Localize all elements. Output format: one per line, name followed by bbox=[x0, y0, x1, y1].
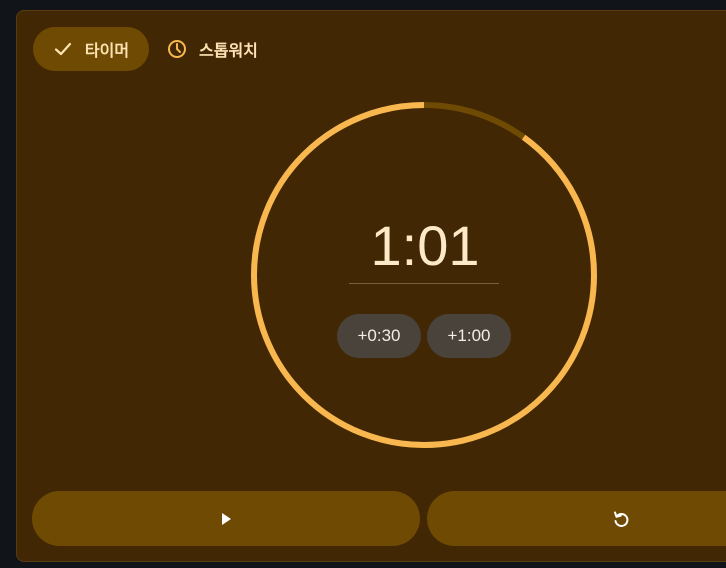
clock-icon bbox=[167, 39, 187, 59]
add-30-seconds-button[interactable]: +0:30 bbox=[337, 314, 421, 358]
timer-display-underline bbox=[349, 283, 499, 284]
tab-timer-label: 타이머 bbox=[84, 43, 130, 60]
tab-timer[interactable]: 타이머 bbox=[33, 27, 149, 71]
add-1-minute-button[interactable]: +1:00 bbox=[427, 314, 511, 358]
tab-stopwatch-label: 스톱워치 bbox=[199, 43, 258, 60]
play-button[interactable] bbox=[32, 491, 420, 546]
reset-icon bbox=[610, 508, 632, 530]
timer-display[interactable]: 1:01 bbox=[333, 211, 517, 281]
check-icon bbox=[53, 39, 73, 59]
play-icon bbox=[215, 508, 237, 530]
reset-button[interactable] bbox=[427, 491, 726, 546]
tab-stopwatch[interactable]: 스톱워치 bbox=[167, 27, 258, 71]
timer-card: 타이머 스톱워치 1:01 +0:30 +1:00 bbox=[16, 10, 726, 562]
